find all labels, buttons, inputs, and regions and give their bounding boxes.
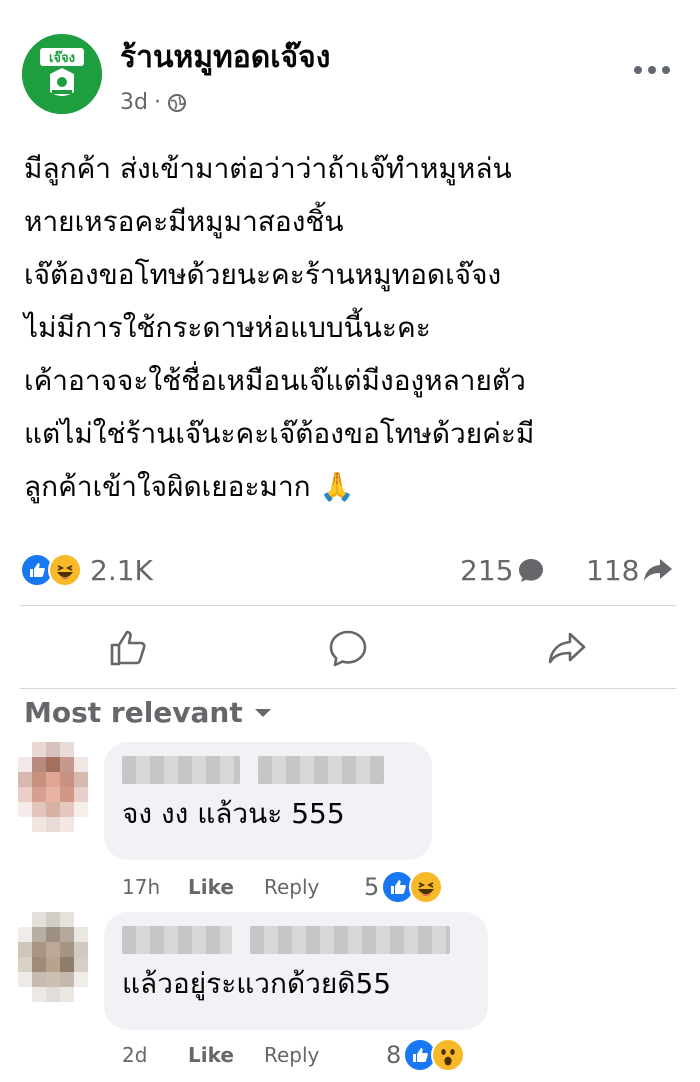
globe-icon: [167, 93, 186, 112]
page-avatar[interactable]: เจ๊จง: [22, 34, 102, 114]
dot-icon: [648, 66, 656, 74]
comment-like-button[interactable]: Like: [188, 875, 264, 899]
page-name[interactable]: ร้านหมูทอดเจ๊จง: [120, 40, 330, 76]
comment-like-button[interactable]: Like: [188, 1043, 264, 1067]
meta-separator: ·: [153, 90, 161, 115]
comment-item: จง งง แล้วนะ 555 17h Like Reply 5: [18, 742, 678, 904]
comment-time[interactable]: 2d: [122, 1043, 188, 1067]
page-logo-icon: เจ๊จง: [22, 34, 102, 114]
dot-icon: [662, 66, 670, 74]
post-time[interactable]: 3d: [120, 90, 148, 115]
reactions-count: 2.1K: [90, 553, 153, 587]
comment-reply-button[interactable]: Reply: [264, 875, 364, 899]
comment-reaction-count: 5: [364, 873, 380, 901]
sort-label: Most relevant: [24, 696, 243, 729]
comment-bubble: จง งง แล้วนะ 555: [104, 742, 432, 860]
chevron-down-icon: [254, 708, 271, 717]
share-arrow-icon: [644, 559, 673, 581]
comments-count[interactable]: 215: [460, 548, 545, 592]
comment-footer: 17h Like Reply 5: [122, 870, 444, 904]
comment-bubble-icon: [519, 559, 544, 582]
commenter-name-blurred[interactable]: [122, 926, 470, 954]
post-meta: 3d ·: [120, 90, 187, 115]
divider: [20, 605, 676, 606]
comments-count-value: 215: [460, 553, 514, 587]
post-stats: 2.1K 215 118: [20, 548, 684, 592]
comment-bubble: แล้วอยู่ระแวกด้วยดิ55: [104, 912, 488, 1030]
comment-icon: [329, 630, 367, 667]
more-options-button[interactable]: [622, 50, 682, 90]
thumbs-up-icon: [111, 630, 146, 666]
comment-text: จง งง แล้วนะ 555: [122, 797, 345, 830]
commenter-name-blurred[interactable]: [122, 756, 414, 784]
comment-sort-dropdown[interactable]: Most relevant: [24, 696, 273, 729]
like-button[interactable]: [20, 608, 239, 688]
comment-item: แล้วอยู่ระแวกด้วยดิ55 2d Like Reply 8: [18, 912, 678, 1072]
share-button[interactable]: [457, 608, 676, 688]
comment-reaction-count: 8: [386, 1041, 402, 1069]
post-header: เจ๊จง ร้านหมูทอดเจ๊จง 3d ·: [22, 30, 682, 120]
reactions-summary[interactable]: 2.1K: [20, 548, 153, 592]
post-actions: [20, 608, 676, 688]
comment-button[interactable]: [239, 608, 458, 688]
haha-reaction-icon[interactable]: [409, 870, 444, 904]
haha-reaction-icon: [48, 553, 82, 587]
wow-reaction-icon[interactable]: [431, 1038, 466, 1072]
svg-text:เจ๊จง: เจ๊จง: [49, 51, 75, 66]
share-icon: [548, 632, 585, 664]
shares-count-value: 118: [586, 553, 640, 587]
post-text: มีลูกค้า ส่งเข้ามาต่อว่าว่าถ้าเจ๊ทำหมูหล…: [24, 152, 535, 503]
commenter-avatar[interactable]: [18, 742, 88, 832]
dot-icon: [634, 66, 642, 74]
divider: [20, 688, 676, 689]
comment-time[interactable]: 17h: [122, 875, 188, 899]
comment-footer: 2d Like Reply 8: [122, 1038, 466, 1072]
commenter-avatar[interactable]: [18, 912, 88, 1002]
comment-text: แล้วอยู่ระแวกด้วยดิ55: [122, 967, 392, 1000]
comment-reply-button[interactable]: Reply: [264, 1043, 386, 1067]
shares-count[interactable]: 118: [586, 548, 673, 592]
